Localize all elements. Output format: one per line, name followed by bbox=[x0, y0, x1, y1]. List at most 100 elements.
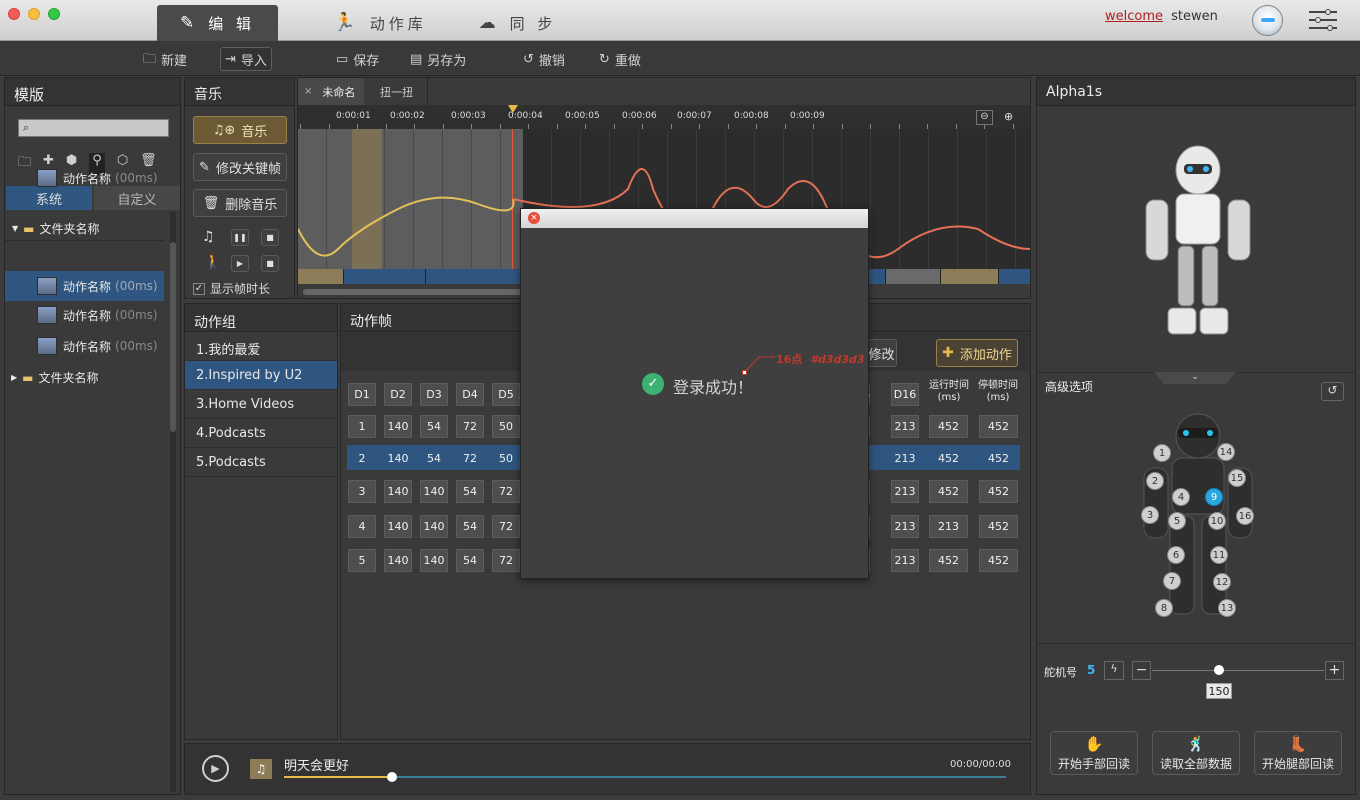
table-cell[interactable]: 140 bbox=[420, 515, 448, 538]
list-item[interactable]: 动作名称 (00ms) bbox=[5, 163, 164, 193]
joint-2[interactable]: 2 bbox=[1146, 472, 1164, 490]
maximize-window-icon[interactable] bbox=[48, 8, 60, 20]
joint-4[interactable]: 4 bbox=[1172, 488, 1190, 506]
collapse-toggle[interactable]: ⌄ bbox=[1154, 372, 1236, 384]
close-icon[interactable]: × bbox=[304, 86, 312, 97]
list-item-selected[interactable]: 动作名称 (00ms) bbox=[5, 271, 164, 301]
table-cell[interactable]: 5 bbox=[348, 549, 376, 572]
table-cell[interactable]: 50 bbox=[492, 415, 520, 438]
joint-5[interactable]: 5 bbox=[1168, 512, 1186, 530]
read-all-data-button[interactable]: 🕺 读取全部数据 bbox=[1152, 731, 1240, 775]
joint-15[interactable]: 15 bbox=[1228, 469, 1246, 487]
action-group-item[interactable]: 5.Podcasts bbox=[185, 448, 337, 477]
table-cell[interactable]: 213 bbox=[891, 447, 919, 470]
action-group-item[interactable]: 3.Home Videos bbox=[185, 390, 337, 419]
table-cell[interactable]: 452 bbox=[979, 515, 1018, 538]
modify-button[interactable]: 修改 bbox=[866, 339, 897, 367]
table-cell[interactable]: 54 bbox=[456, 515, 484, 538]
stop-action-button[interactable]: ■ bbox=[261, 255, 279, 272]
list-item[interactable]: 动作名称 (00ms) bbox=[5, 300, 164, 330]
table-cell[interactable]: 72 bbox=[492, 549, 520, 572]
settings-sliders-icon[interactable] bbox=[1309, 9, 1337, 31]
timeline-scrollbar[interactable] bbox=[303, 289, 523, 295]
table-cell[interactable]: 54 bbox=[456, 480, 484, 503]
table-cell[interactable]: 213 bbox=[891, 480, 919, 503]
list-item[interactable]: 动作名称 (00ms) bbox=[5, 331, 164, 361]
table-cell[interactable]: 72 bbox=[492, 515, 520, 538]
tab-sync[interactable]: ☁ 同 步 bbox=[475, 5, 560, 41]
minus-button[interactable]: − bbox=[1132, 661, 1151, 680]
table-cell[interactable]: 72 bbox=[456, 447, 484, 470]
servo-slider-track[interactable] bbox=[1152, 670, 1324, 671]
tab-twist[interactable]: 扭一扭 bbox=[366, 78, 428, 105]
table-cell[interactable]: 452 bbox=[979, 447, 1018, 470]
table-cell[interactable]: 452 bbox=[979, 480, 1018, 503]
table-cell[interactable]: 140 bbox=[384, 447, 412, 470]
joint-16[interactable]: 16 bbox=[1236, 507, 1254, 525]
table-cell[interactable]: 452 bbox=[979, 549, 1018, 572]
close-window-icon[interactable] bbox=[8, 8, 20, 20]
progress-knob[interactable] bbox=[387, 772, 397, 782]
show-frame-duration-checkbox[interactable]: ✓ 显示帧时长 bbox=[193, 280, 270, 297]
delete-music-button[interactable]: 🗑 删除音乐 bbox=[193, 189, 287, 217]
joint-13[interactable]: 13 bbox=[1218, 599, 1236, 617]
robot-3d-model[interactable] bbox=[1138, 142, 1258, 342]
tab-untitled[interactable]: × 未命名 bbox=[298, 78, 364, 105]
table-cell[interactable]: 140 bbox=[384, 515, 412, 538]
avatar[interactable] bbox=[1252, 5, 1283, 36]
folder-item-2[interactable]: ▶ ▬ 文件夹名称 bbox=[11, 369, 99, 386]
table-cell[interactable]: 213 bbox=[891, 515, 919, 538]
table-cell[interactable]: 140 bbox=[384, 415, 412, 438]
new-button[interactable]: 🗀 新建 bbox=[139, 47, 191, 71]
table-cell[interactable]: 3 bbox=[348, 480, 376, 503]
table-cell[interactable]: 140 bbox=[384, 549, 412, 572]
table-cell[interactable]: 213 bbox=[891, 549, 919, 572]
action-group-item[interactable]: 2.Inspired by U2 bbox=[185, 361, 337, 390]
table-cell[interactable]: 452 bbox=[979, 415, 1018, 438]
joint-3[interactable]: 3 bbox=[1141, 506, 1159, 524]
table-cell[interactable]: 213 bbox=[891, 415, 919, 438]
pause-button[interactable]: ❚❚ bbox=[231, 229, 249, 246]
table-cell[interactable]: 4 bbox=[348, 515, 376, 538]
zoom-out-icon[interactable]: ⊖ bbox=[976, 110, 993, 125]
dialog-close-icon[interactable]: × bbox=[528, 212, 540, 224]
music-button[interactable]: ♫⊕ 音乐 bbox=[193, 116, 287, 144]
joint-11[interactable]: 11 bbox=[1210, 546, 1228, 564]
servo-slider-knob[interactable] bbox=[1214, 665, 1224, 675]
action-group-item[interactable]: 4.Podcasts bbox=[185, 419, 337, 448]
action-group-item[interactable]: 1.我的最爱 bbox=[185, 332, 337, 361]
table-cell[interactable]: 452 bbox=[929, 549, 968, 572]
table-cell[interactable]: 54 bbox=[456, 549, 484, 572]
start-hand-readback-button[interactable]: ✋ 开始手部回读 bbox=[1050, 731, 1138, 775]
joint-14[interactable]: 14 bbox=[1217, 443, 1235, 461]
scrollbar[interactable] bbox=[170, 212, 176, 792]
table-cell[interactable]: 72 bbox=[492, 480, 520, 503]
table-cell[interactable]: 54 bbox=[420, 415, 448, 438]
table-cell[interactable]: 452 bbox=[929, 415, 968, 438]
joint-9[interactable]: 9 bbox=[1205, 488, 1223, 506]
import-button[interactable]: ⇥ 导入 bbox=[220, 47, 272, 71]
folder-item-1[interactable]: ▼ ▬ 文件夹名称 bbox=[12, 220, 100, 237]
joint-6[interactable]: 6 bbox=[1167, 546, 1185, 564]
play-button[interactable]: ▶ bbox=[202, 755, 229, 782]
table-cell[interactable]: 1 bbox=[348, 415, 376, 438]
joint-7[interactable]: 7 bbox=[1163, 572, 1181, 590]
play-action-button[interactable]: ▶ bbox=[231, 255, 249, 272]
table-cell[interactable]: 452 bbox=[929, 447, 968, 470]
table-cell[interactable]: 140 bbox=[420, 549, 448, 572]
save-button[interactable]: ▭ 保存 bbox=[332, 47, 383, 71]
stop-button[interactable]: ■ bbox=[261, 229, 279, 246]
table-cell[interactable]: 140 bbox=[420, 480, 448, 503]
save-as-button[interactable]: ▤ 另存为 bbox=[406, 47, 470, 71]
lightning-icon[interactable]: ϟ bbox=[1104, 661, 1124, 680]
tab-edit[interactable]: ✎ 编 辑 bbox=[157, 5, 278, 41]
table-cell[interactable]: 213 bbox=[929, 515, 968, 538]
start-leg-readback-button[interactable]: 👢 开始腿部回读 bbox=[1254, 731, 1342, 775]
tab-action-library[interactable]: 🏃 动作库 bbox=[325, 5, 435, 41]
table-cell[interactable]: 72 bbox=[456, 415, 484, 438]
template-search-input[interactable]: ⌕ bbox=[18, 119, 169, 137]
table-cell[interactable]: 140 bbox=[384, 480, 412, 503]
joint-1[interactable]: 1 bbox=[1153, 444, 1171, 462]
undo-button[interactable]: ↺ 撤销 bbox=[519, 47, 569, 71]
edit-keyframe-button[interactable]: ✎ 修改关键帧 bbox=[193, 153, 287, 181]
